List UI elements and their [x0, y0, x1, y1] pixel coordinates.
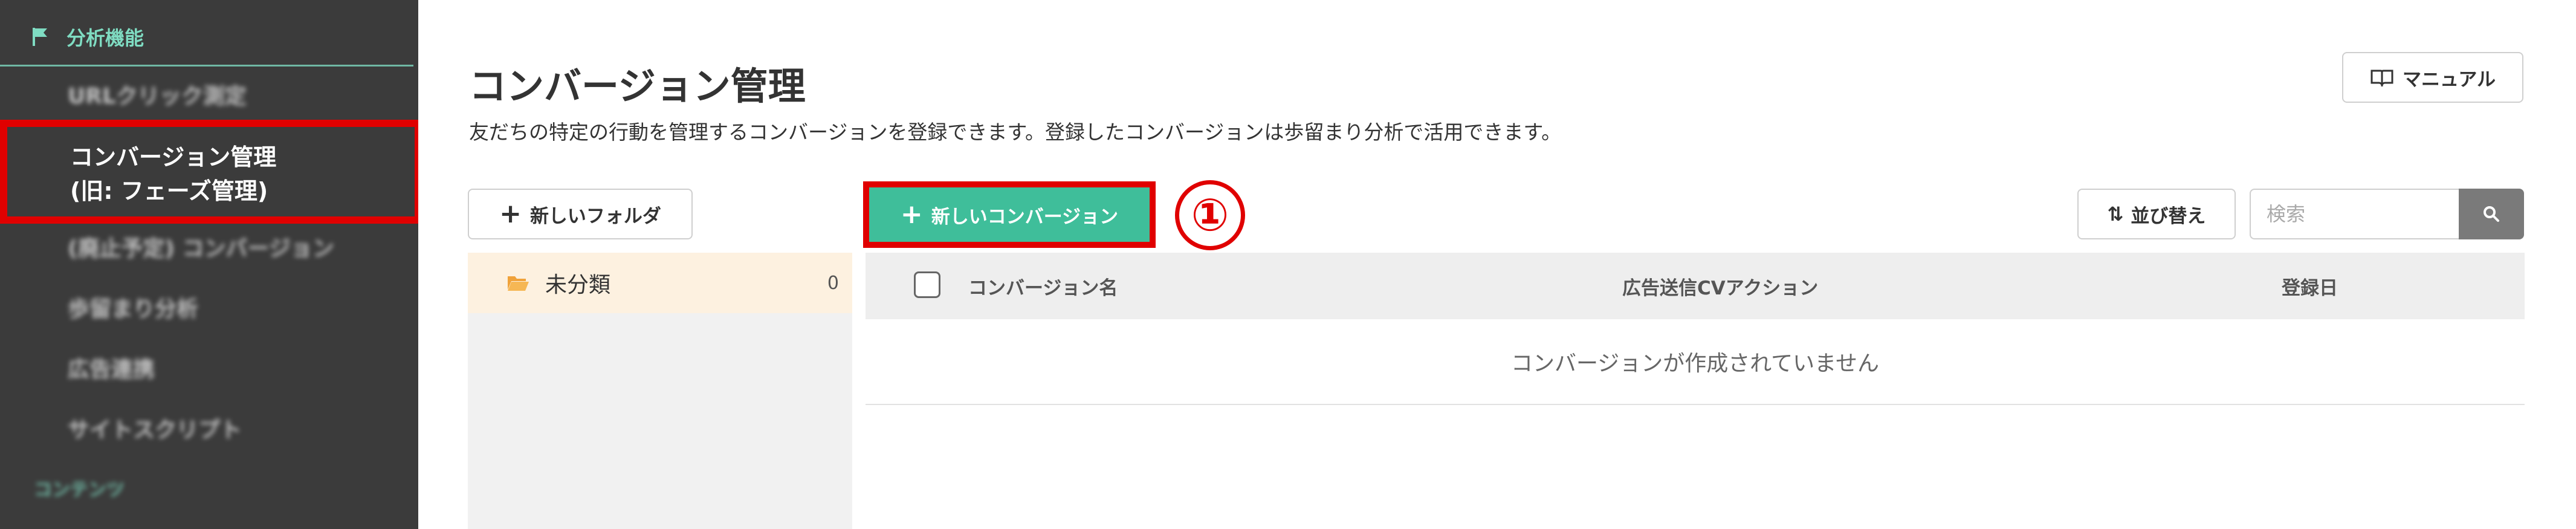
step-number-marker: ① — [1175, 180, 1245, 250]
sort-button[interactable]: ⇅ 並び替え — [2077, 189, 2236, 239]
sidebar-item-funnel-analysis[interactable]: 歩留まり分析 — [0, 291, 413, 323]
table-header: コンバージョン名 広告送信CVアクション 登録日 — [866, 253, 2525, 319]
new-folder-button[interactable]: + 新しいフォルダ — [468, 189, 693, 239]
search-button[interactable] — [2459, 189, 2524, 239]
sort-label: 並び替え — [2131, 205, 2206, 227]
new-conversion-label: 新しいコンバージョン — [931, 206, 1119, 228]
folder-count: 0 — [827, 272, 839, 294]
sidebar-item-site-script[interactable]: サイトスクリプト — [0, 412, 413, 444]
highlight-frame: + 新しいコンバージョン — [863, 181, 1156, 248]
folder-list: 未分類 0 — [468, 253, 852, 529]
search-box — [2250, 189, 2524, 239]
folder-open-icon — [508, 276, 529, 291]
plus-icon: + — [499, 198, 522, 229]
empty-state-message: コンバージョンが作成されていません — [866, 319, 2525, 405]
conversion-table: コンバージョン名 広告送信CVアクション 登録日 コンバージョンが作成されていま… — [866, 253, 2525, 405]
sidebar-section-contents[interactable]: コンテンツ — [0, 475, 413, 501]
column-header-name[interactable]: コンバージョン名 — [968, 273, 1118, 300]
sidebar-section-label: 分析機能 — [66, 26, 144, 50]
sidebar-item-label: コンバージョン管理 — [70, 144, 277, 170]
new-folder-label: 新しいフォルダ — [529, 205, 661, 227]
sidebar: 分析機能 URLクリック測定 コンバージョン管理 (旧: フェーズ管理) (廃止… — [0, 0, 418, 529]
sidebar-item-legacy-conversion[interactable]: (廃止予定) コンバージョン — [0, 231, 413, 262]
column-header-ad-cv-action[interactable]: 広告送信CVアクション — [1622, 273, 1818, 300]
sort-arrows-icon: ⇅ — [2107, 203, 2124, 226]
page-description: 友だちの特定の行動を管理するコンバージョンを登録できます。登録したコンバージョン… — [469, 120, 1562, 144]
search-input[interactable] — [2250, 189, 2459, 239]
sidebar-item-sublabel: (旧: フェーズ管理) — [70, 178, 268, 204]
select-all-checkbox[interactable] — [914, 271, 940, 298]
column-header-registered-date[interactable]: 登録日 — [2282, 273, 2338, 300]
plus-icon: + — [900, 199, 923, 230]
manual-label: マニュアル — [2402, 68, 2496, 91]
sidebar-item-url-click[interactable]: URLクリック測定 — [0, 79, 413, 110]
main-content: コンバージョン管理 友だちの特定の行動を管理するコンバージョンを登録できます。登… — [418, 0, 2576, 529]
sidebar-item-conversion-management[interactable]: コンバージョン管理 (旧: フェーズ管理) — [0, 120, 418, 224]
new-conversion-button[interactable]: + 新しいコンバージョン — [869, 187, 1150, 242]
book-icon — [2371, 70, 2393, 86]
flag-icon — [33, 27, 47, 46]
folder-item-uncategorized[interactable]: 未分類 0 — [468, 253, 852, 313]
sidebar-item-ad-integration[interactable]: 広告連携 — [0, 352, 413, 383]
sidebar-section-analytics[interactable]: 分析機能 — [0, 8, 413, 67]
folder-name: 未分類 — [545, 273, 611, 297]
page-title: コンバージョン管理 — [469, 64, 806, 108]
manual-button[interactable]: マニュアル — [2342, 52, 2523, 103]
search-icon — [2484, 206, 2499, 222]
